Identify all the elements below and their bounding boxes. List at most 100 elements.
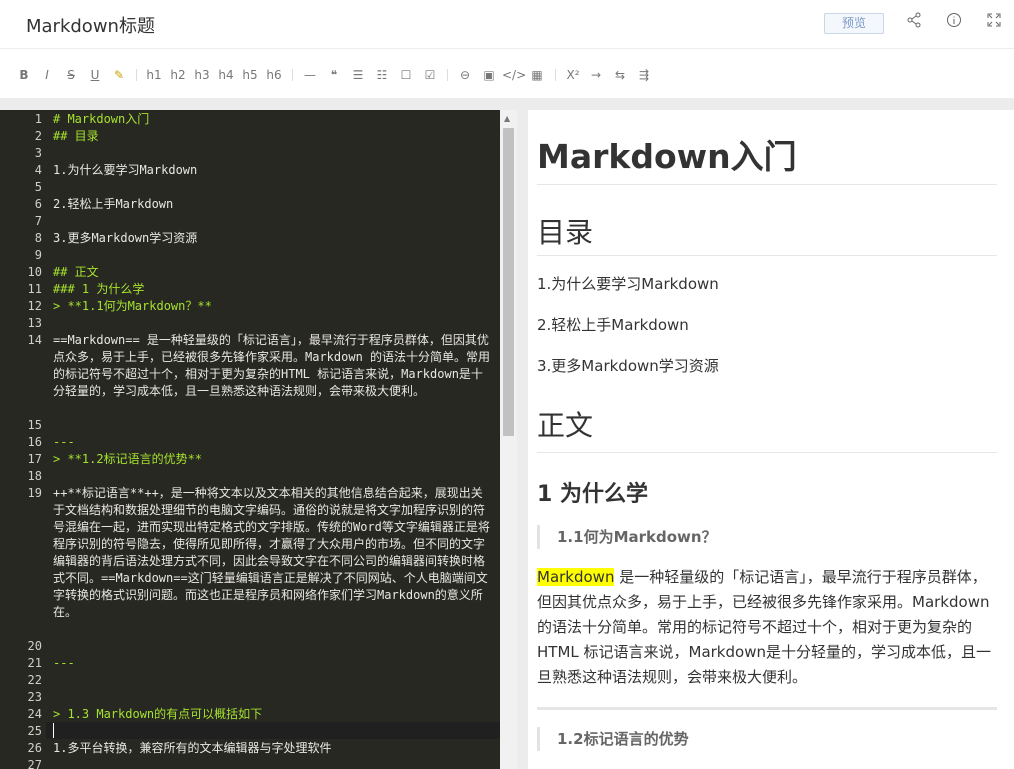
link-icon[interactable]: ⊖ [456, 66, 474, 84]
preview-button[interactable]: 预览 [824, 13, 884, 34]
heading-rule [537, 184, 997, 185]
code-icon[interactable]: </> [502, 66, 526, 84]
line-number: 24 [27, 707, 42, 721]
line-number: 19 [27, 486, 42, 500]
line-number: 18 [27, 469, 42, 483]
text-cursor [53, 723, 54, 738]
document-title[interactable]: Markdown标题 [26, 12, 155, 38]
code-line[interactable]: --- [53, 434, 493, 451]
code-line[interactable]: # Markdown入门 [53, 111, 493, 128]
line-number: 10 [27, 265, 42, 279]
preview-toc-title: 目录 [537, 216, 594, 249]
line-number: 3 [34, 146, 42, 160]
line-number: 14 [27, 333, 42, 347]
line-number: 21 [27, 656, 42, 670]
line-number: 23 [27, 690, 42, 704]
line-number: 2 [34, 129, 42, 143]
image-icon[interactable]: ▣ [480, 66, 498, 84]
toc-item: 3.更多Markdown学习资源 [537, 357, 719, 375]
fullscreen-icon[interactable] [984, 12, 1004, 32]
toolbar-divider [555, 69, 556, 81]
line-number: 11 [27, 282, 42, 296]
preview-paragraph: Markdown 是一种轻量级的「标记语言」，最早流行于程序员群体，但因其优点众… [537, 565, 999, 690]
code-line[interactable]: 3.更多Markdown学习资源 [53, 230, 493, 247]
ordered-list-icon[interactable]: ☷ [374, 66, 390, 84]
code-line[interactable]: ++**标记语言**++，是一种将文本以及文本相关的其他信息结合起来，展现出关于… [53, 485, 493, 621]
preview-body-title: 正文 [537, 409, 594, 442]
heading-rule [537, 452, 997, 453]
unordered-list-icon[interactable]: ☰ [350, 66, 366, 84]
line-number: 13 [27, 316, 42, 330]
strikethrough-button[interactable]: S [63, 66, 79, 84]
superscript-icon[interactable]: X² [563, 66, 583, 84]
editor-scrollbar-thumb[interactable] [503, 128, 514, 436]
info-icon[interactable] [944, 12, 964, 32]
blockquote: 1.1何为Markdown？ [537, 525, 997, 549]
share-icon[interactable] [904, 12, 924, 32]
h6-button[interactable]: h6 [264, 66, 284, 84]
active-line-highlight [46, 722, 500, 739]
toolbar-divider [136, 69, 137, 81]
toolbar-divider [292, 69, 293, 81]
heading-rule [537, 255, 997, 256]
horizontal-rule [537, 707, 997, 710]
scroll-up-arrow[interactable]: ▲ [504, 114, 510, 123]
line-number: 20 [27, 639, 42, 653]
code-line[interactable]: 1.多平台转换，兼容所有的文本编辑器与字处理软件 [53, 740, 493, 757]
preview-h1: Markdown入门 [537, 137, 797, 176]
preview-section-heading: 1 为什么学 [537, 482, 648, 507]
task-list-icon[interactable]: ☑ [422, 66, 438, 84]
toolbar-divider [447, 69, 448, 81]
blockquote: 1.2标记语言的优势 [537, 727, 997, 751]
h1-button[interactable]: h1 [144, 66, 164, 84]
checkbox-icon[interactable]: ☐ [398, 66, 414, 84]
h3-button[interactable]: h3 [192, 66, 212, 84]
code-line[interactable]: --- [53, 655, 493, 672]
code-line[interactable]: ## 目录 [53, 128, 493, 145]
toc-item: 1.为什么要学习Markdown [537, 275, 719, 293]
toolbar-gap [0, 98, 1014, 110]
h2-button[interactable]: h2 [168, 66, 188, 84]
code-line[interactable]: > **1.1何为Markdown？** [53, 298, 493, 315]
align-icon[interactable]: ⇶ [635, 66, 653, 84]
table-icon[interactable]: ▦ [528, 66, 546, 84]
code-line[interactable]: > 1.3 Markdown的有点可以概括如下 [53, 706, 493, 723]
h5-button[interactable]: h5 [240, 66, 260, 84]
code-line[interactable]: ## 正文 [53, 264, 493, 281]
line-number: 27 [27, 758, 42, 769]
italic-button[interactable]: I [39, 66, 55, 84]
markdown-editor[interactable]: 1 # Markdown入门 2 ## 目录 3 4 1.为什么要学习Markdown 5 6 2… [0, 110, 500, 769]
line-number: 7 [34, 214, 42, 228]
line-number: 25 [27, 724, 42, 738]
underline-button[interactable]: U [87, 66, 103, 84]
h4-button[interactable]: h4 [216, 66, 236, 84]
toc-item: 2.轻松上手Markdown [537, 316, 689, 334]
line-number: 22 [27, 673, 42, 687]
horizontal-rule-icon[interactable]: — [302, 66, 318, 84]
line-number: 4 [34, 163, 42, 177]
bold-button[interactable]: B [16, 66, 32, 84]
code-line[interactable]: ### 1 为什么学 [53, 281, 493, 298]
highlight-icon[interactable]: ✎ [111, 66, 127, 84]
swap-icon[interactable]: ⇆ [611, 66, 629, 84]
app-header: Markdown标题 预览 [0, 0, 1014, 48]
line-number: 5 [34, 180, 42, 194]
code-line[interactable]: 1.为什么要学习Markdown [53, 162, 493, 179]
editor-toolbar: B I S U ✎ h1 h2 h3 h4 h5 h6 — ❝ ☰ ☷ ☐ ☑ … [0, 48, 1014, 98]
pane-divider[interactable] [517, 110, 528, 769]
highlighted-text: Markdown [537, 568, 615, 586]
code-line[interactable]: > **1.2标记语言的优势** [53, 451, 493, 468]
code-line[interactable]: ==Markdown== 是一种轻量级的「标记语言」，最早流行于程序员群体，但因… [53, 332, 493, 400]
line-number: 1 [34, 112, 42, 126]
line-number: 16 [27, 435, 42, 449]
arrow-right-icon[interactable]: → [587, 66, 605, 84]
code-line[interactable]: 2.轻松上手Markdown [53, 196, 493, 213]
line-number: 12 [27, 299, 42, 313]
markdown-preview: Markdown入门 目录 1.为什么要学习Markdown 2.轻松上手Mar… [528, 110, 1014, 769]
line-number: 17 [27, 452, 42, 466]
line-number: 26 [27, 741, 42, 755]
line-number: 15 [27, 418, 42, 432]
quote-icon[interactable]: ❝ [326, 66, 342, 84]
line-number: 6 [34, 197, 42, 211]
line-number: 9 [34, 248, 42, 262]
